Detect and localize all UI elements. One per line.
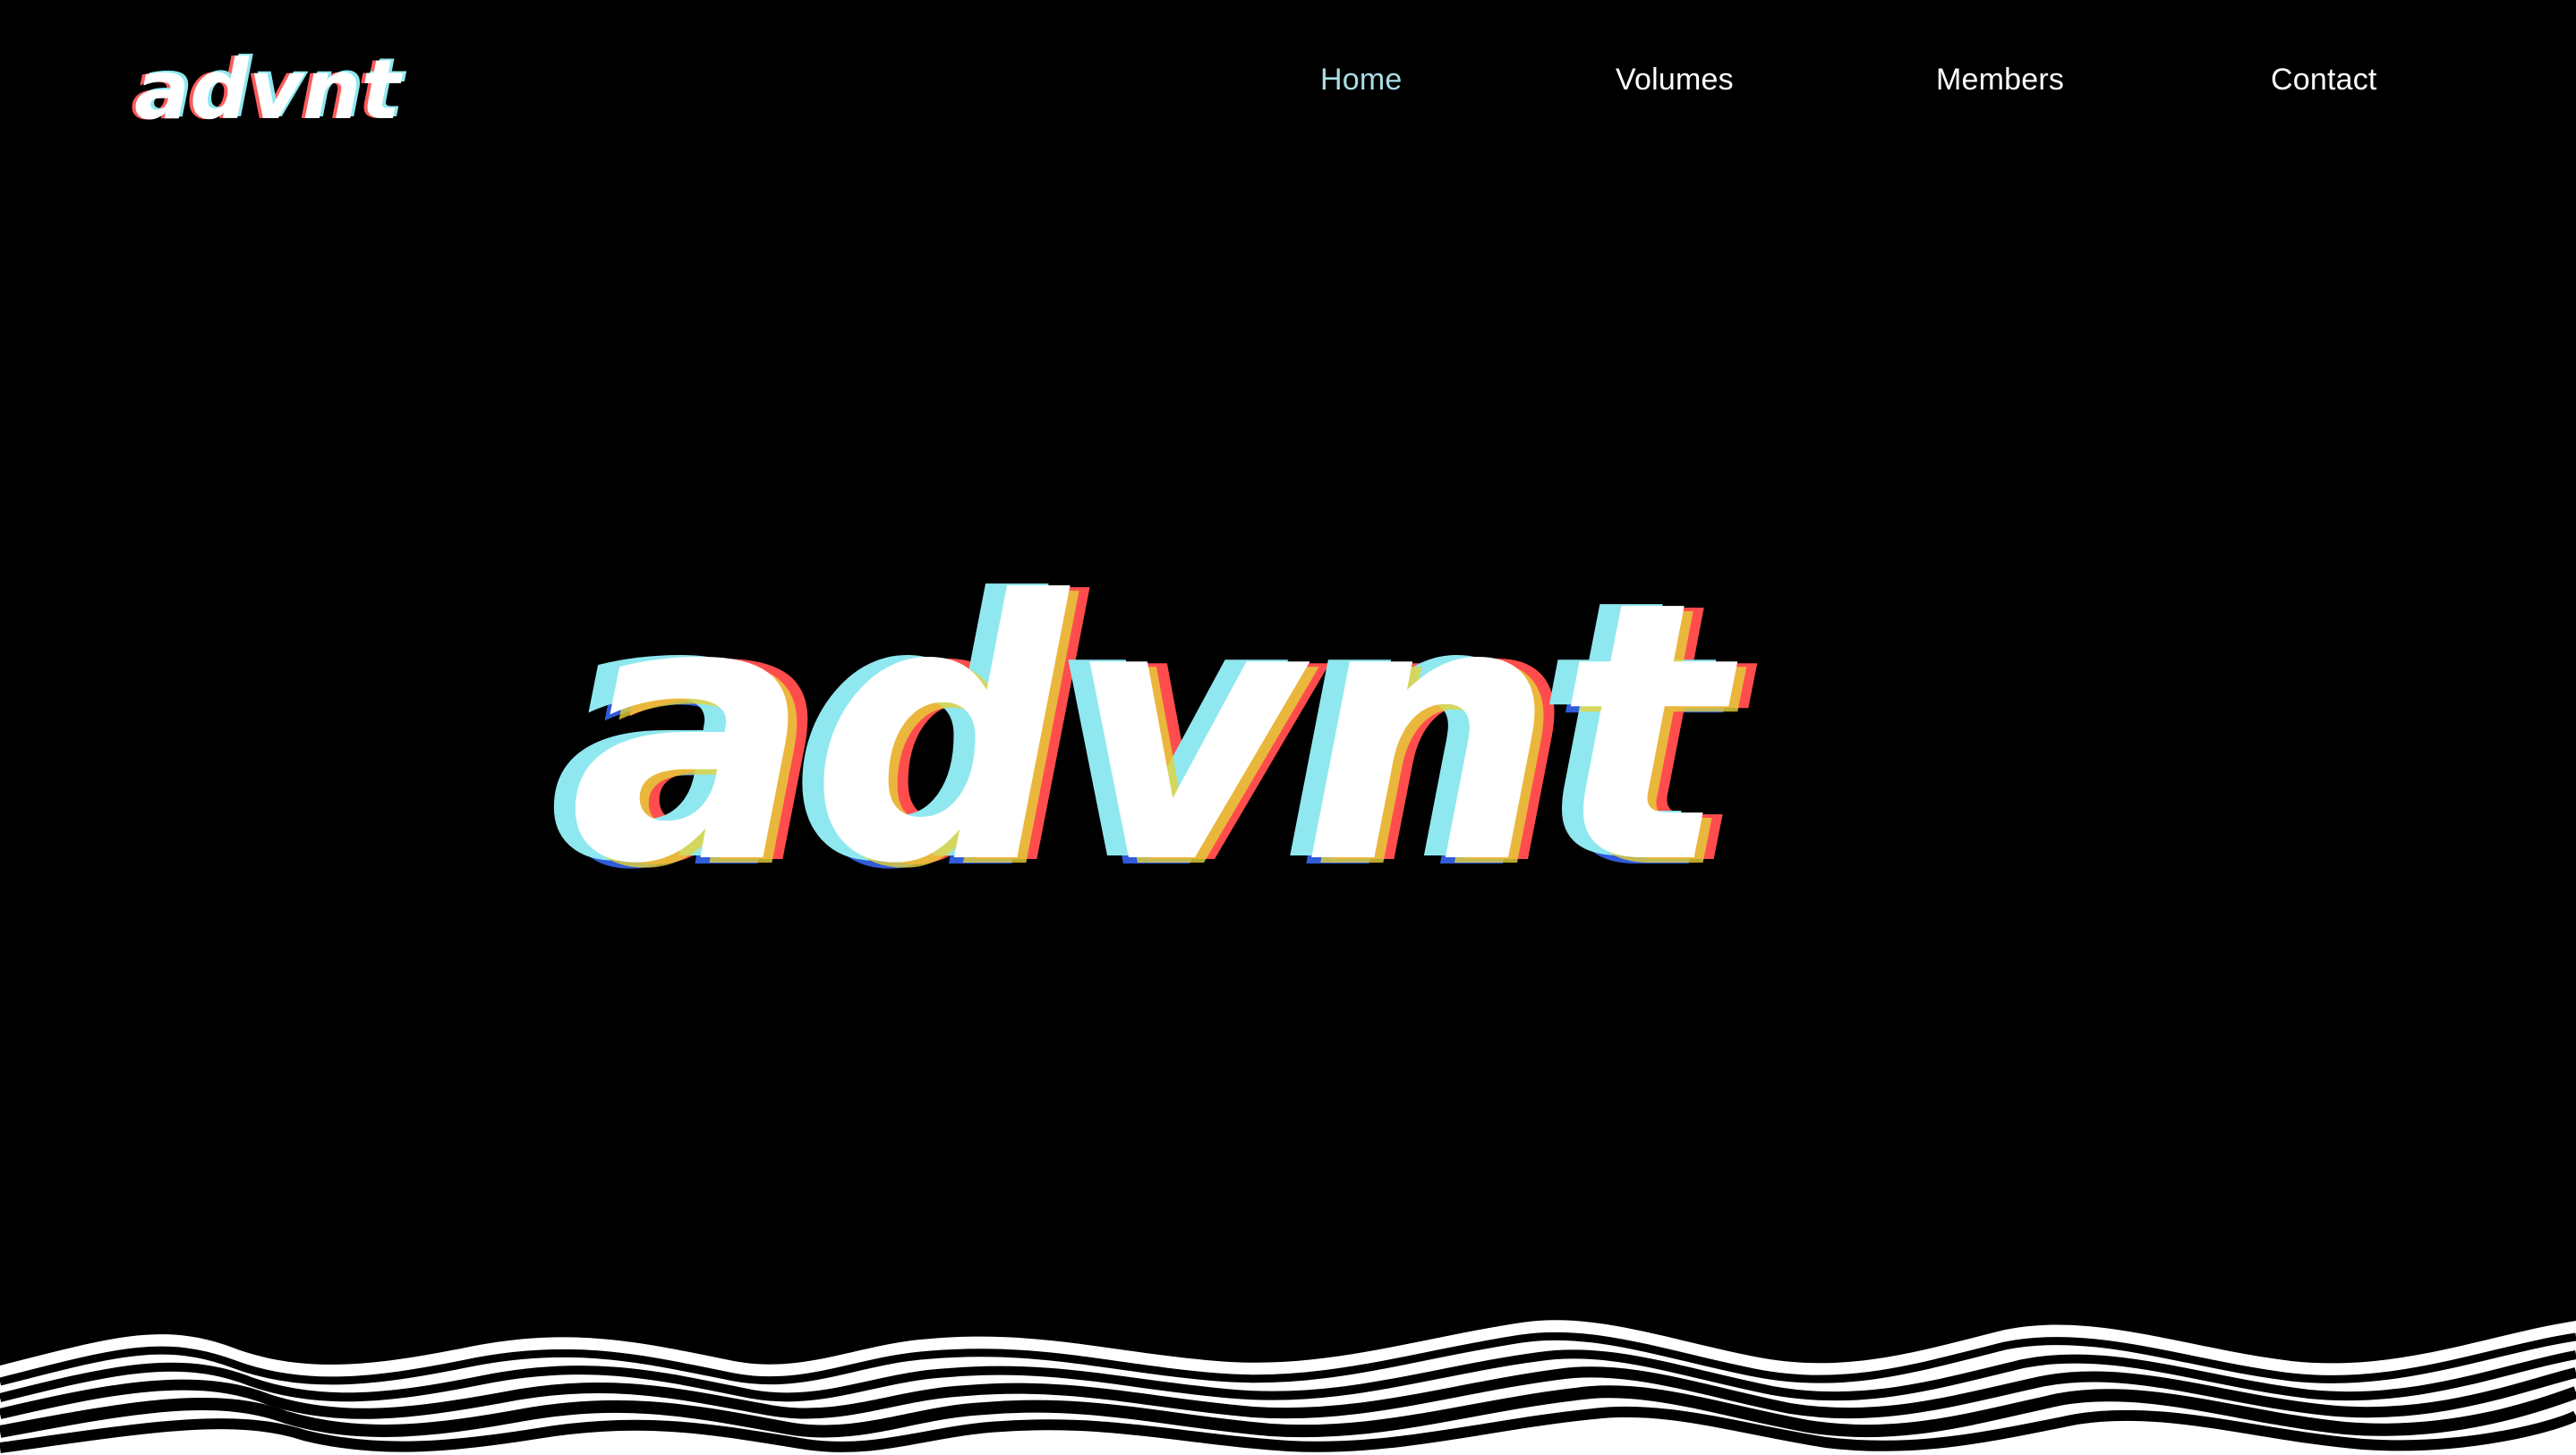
nav-item-volumes[interactable]: Volumes: [1616, 63, 1734, 98]
site-header: advnt advnt advnt Home Volumes Members C…: [0, 0, 2576, 179]
nav-item-contact[interactable]: Contact: [2271, 63, 2377, 98]
nav-item-home[interactable]: Home: [1320, 63, 1403, 98]
hero-title: advnt: [569, 526, 1740, 913]
page: advnt advnt advnt Home Volumes Members C…: [0, 0, 2576, 1455]
main-nav: Home Volumes Members Contact: [0, 63, 2576, 116]
hero-logo: advnt advnt advnt advnt advnt: [548, 524, 1760, 913]
nav-item-members[interactable]: Members: [1936, 63, 2064, 98]
wave-decoration: [0, 1312, 2576, 1455]
